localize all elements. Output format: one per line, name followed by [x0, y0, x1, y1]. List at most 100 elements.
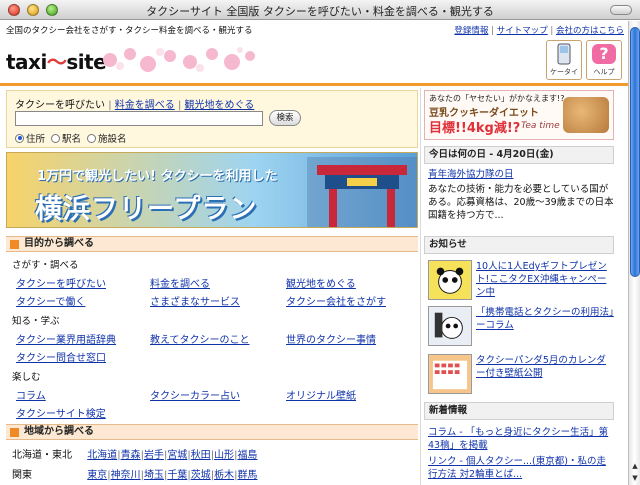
pref-link[interactable]: 茨城 [191, 470, 211, 481]
link-work-taxi[interactable]: タクシーで働く [16, 293, 85, 308]
group-label: 楽しむ [12, 372, 41, 383]
link-services[interactable]: さまざまなサービス [150, 293, 240, 308]
mobile-button[interactable]: ケータイ [546, 40, 582, 80]
region-row: 北海道・東北 北海道|青森|岩手|宮城|秋田|山形|福島 [12, 446, 257, 461]
banner-subtitle: 1万円で観光したい! タクシーを利用した [37, 169, 278, 184]
notice-text[interactable]: タクシーパンダ5月のカレンダー付き壁紙公開 [476, 354, 614, 380]
group-label: さがす・調べる [12, 260, 79, 271]
radio-station[interactable]: 駅名 [51, 131, 81, 145]
tab-fare[interactable]: 料金を調べる [115, 100, 175, 111]
link-fare[interactable]: 料金を調べる [150, 275, 210, 290]
diet-cookie-ad[interactable]: あなたの「ヤセたい」がかなえます!? 豆乳クッキーダイエット 目標!!4kg減!… [424, 90, 614, 140]
link-faq[interactable]: 教えてタクシーのこと [150, 331, 250, 346]
link-separator: | [550, 26, 554, 36]
toolbar-toggle-button[interactable] [610, 5, 632, 15]
notice-item[interactable]: 「携帯電話とタクシーの利用法」ーコラム [428, 306, 614, 346]
help-glyph: ? [592, 44, 616, 64]
pref-link[interactable]: 神奈川 [111, 470, 141, 481]
scroll-up-arrow-icon[interactable]: ▲ [630, 461, 640, 471]
scrollbar-thumb[interactable] [630, 27, 640, 277]
tab-call-taxi[interactable]: タクシーを呼びたい [15, 100, 105, 111]
news-item[interactable]: リンク - 個人タクシー...(東京都)・私の走行方法 対2輪車とば... [428, 455, 614, 481]
yokohama-banner[interactable]: 1万円で観光したい! タクシーを利用した 横浜フリープラン [6, 152, 418, 228]
radio-address-label: 住所 [26, 134, 46, 145]
pref-link[interactable]: 岩手 [144, 450, 164, 461]
minimize-window-button[interactable] [27, 4, 39, 16]
panda-thumbnail-icon [428, 260, 472, 300]
close-window-button[interactable] [8, 4, 20, 16]
link-quiz[interactable]: タクシーサイト検定 [16, 405, 106, 420]
notice-text[interactable]: 10人に1人Edyギフトプレゼント!ここタクEX沖縄キャンペーン中 [476, 260, 614, 299]
pref-link[interactable]: 北海道 [87, 450, 117, 461]
calendar-thumbnail-icon [428, 354, 472, 394]
panda-phone-thumbnail-icon [428, 306, 472, 346]
company-link[interactable]: 会社の方はこちら [556, 26, 624, 36]
sitemap-link[interactable]: サイトマップ [497, 26, 548, 36]
radio-station-dot [51, 133, 61, 143]
scroll-down-arrow-icon[interactable]: ▼ [630, 473, 640, 483]
section-bullet-icon [10, 428, 19, 437]
cookie-image [563, 97, 609, 133]
today-heading: 今日は何の日 - 4月20日(金) [424, 146, 614, 164]
vertical-scrollbar[interactable]: ▲ ▼ [628, 21, 640, 485]
pref-link[interactable]: 宮城 [167, 450, 187, 461]
pref-link[interactable]: 埼玉 [144, 470, 164, 481]
link-call-taxi[interactable]: タクシーを呼びたい [16, 275, 106, 290]
today-title-link[interactable]: 青年海外協力隊の日 [428, 168, 614, 181]
cherry-blossom-decoration [103, 47, 255, 72]
notice-text[interactable]: 「携帯電話とタクシーの利用法」ーコラム [476, 306, 614, 332]
link-glossary[interactable]: タクシー業界用語辞典 [16, 331, 116, 346]
radio-address[interactable]: 住所 [15, 131, 45, 145]
radio-facility[interactable]: 施設名 [87, 131, 127, 145]
tab-separator: | [177, 100, 182, 111]
search-panel: タクシーを呼びたい | 料金を調べる | 観光地をめぐる 検索 住所 駅名 施設… [6, 90, 418, 148]
pref-link[interactable]: 千葉 [167, 470, 187, 481]
link-column[interactable]: コラム [16, 387, 46, 402]
region-name: 北海道・東北 [12, 450, 72, 461]
registration-link[interactable]: 登録情報 [454, 26, 488, 36]
pref-link[interactable]: 栃木 [214, 470, 234, 481]
top-links: 登録情報 | サイトマップ | 会社の方はこちら [454, 24, 624, 36]
search-button[interactable]: 検索 [269, 110, 301, 126]
mobile-phone-icon [547, 41, 581, 67]
pref-link[interactable]: 青森 [121, 450, 141, 461]
region-heading-text: 地域から調べる [24, 426, 94, 437]
link-color-fortune[interactable]: タクシーカラー占い [150, 387, 240, 402]
zoom-window-button[interactable] [46, 4, 58, 16]
pref-link[interactable]: 群馬 [237, 470, 257, 481]
site-logo[interactable]: taxi〜site [6, 46, 107, 75]
top-strip: 全国のタクシー会社をさがす・タクシー料金を調べる・観光する 登録情報 | サイト… [0, 21, 628, 37]
ad-line-4: Tea time [521, 121, 560, 131]
news-heading: 新着情報 [424, 402, 614, 420]
mobile-label: ケータイ [550, 68, 578, 76]
site-header: taxi〜site ケータイ ? ヘルプ [0, 38, 628, 86]
link-world-taxi[interactable]: 世界のタクシー事情 [286, 331, 376, 346]
region-name: 関東 [12, 470, 32, 481]
pref-link[interactable]: 秋田 [191, 450, 211, 461]
link-wallpaper[interactable]: オリジナル壁紙 [286, 387, 356, 402]
site-tagline: 全国のタクシー会社をさがす・タクシー料金を調べる・観光する [6, 26, 253, 36]
purpose-heading-text: 目的から調べる [24, 238, 94, 249]
region-row: 関東 東京|神奈川|埼玉|千葉|茨城|栃木|群馬 [12, 466, 257, 481]
window-title: タクシーサイト 全国版 タクシーを呼びたい・料金を調べる・観光する [146, 5, 494, 18]
notice-item[interactable]: タクシーパンダ5月のカレンダー付き壁紙公開 [428, 354, 614, 394]
today-body: あなたの技術・能力を必要としている国がある。応募資格は、20歳〜39歳までの日本… [428, 184, 614, 221]
radio-facility-label: 施設名 [98, 134, 127, 145]
link-find-company[interactable]: タクシー会社をさがす [286, 293, 386, 308]
tab-sightseeing[interactable]: 観光地をめぐる [185, 100, 255, 111]
notice-item[interactable]: 10人に1人Edyギフトプレゼント!ここタクEX沖縄キャンペーン中 [428, 260, 614, 300]
ad-line-3: 目標!!4kg減!? [429, 121, 521, 136]
pref-link[interactable]: 山形 [214, 450, 234, 461]
link-sightseeing[interactable]: 観光地をめぐる [286, 275, 356, 290]
link-contact[interactable]: タクシー問合せ窓口 [16, 349, 106, 364]
help-button[interactable]: ? ヘルプ [586, 40, 622, 80]
today-panel: 青年海外協力隊の日 あなたの技術・能力を必要としている国がある。応募資格は、20… [428, 168, 614, 222]
pref-link[interactable]: 福島 [237, 450, 257, 461]
purpose-section-heading: 目的から調べる [6, 236, 418, 252]
pref-link[interactable]: 東京 [87, 470, 107, 481]
search-input[interactable] [15, 111, 263, 126]
window-titlebar: タクシーサイト 全国版 タクシーを呼びたい・料金を調べる・観光する [0, 0, 640, 20]
radio-station-label: 駅名 [62, 134, 82, 145]
help-label: ヘルプ [593, 68, 615, 76]
news-item[interactable]: コラム - 「もっと身近にタクシー生活」第43稿」を掲載 [428, 426, 614, 452]
